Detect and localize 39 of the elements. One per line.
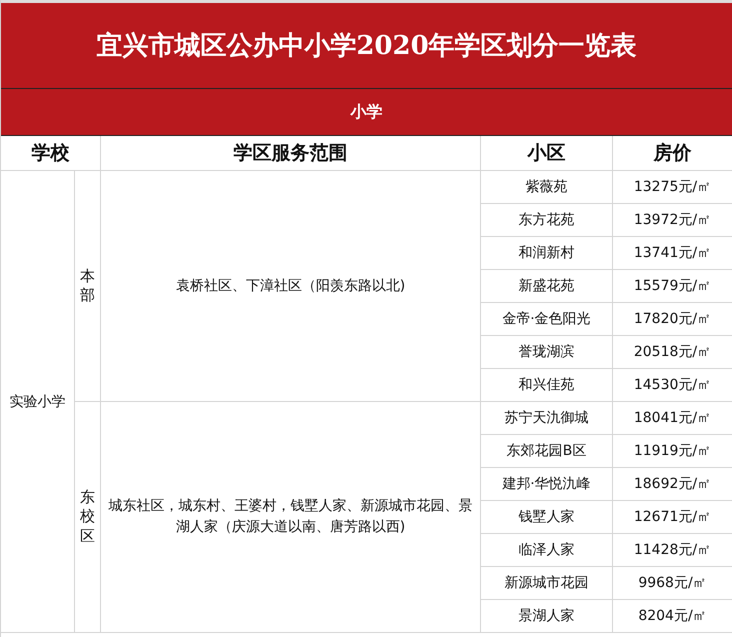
section-heading: 小学 <box>1 89 732 136</box>
table-cell: 17820元/㎡ <box>613 303 732 336</box>
table-cell: 18041元/㎡ <box>613 402 732 435</box>
table-cell: 新盛花苑 <box>481 270 613 303</box>
table-cell: 13741元/㎡ <box>613 237 732 270</box>
table-cell: 建邦·华悦氿峰 <box>481 468 613 501</box>
table-cell: 11919元/㎡ <box>613 435 732 468</box>
table-cell: 13972元/㎡ <box>613 204 732 237</box>
table-cell: 11428元/㎡ <box>613 534 732 567</box>
table-cell: 9968元/㎡ <box>613 567 732 600</box>
table-cell: 和兴佳苑 <box>481 369 613 402</box>
table-cell: 20518元/㎡ <box>613 336 732 369</box>
table-cell: 实验小学 <box>1 171 75 633</box>
table-cell: 东方花苑 <box>481 204 613 237</box>
table-cell: 金帝·金色阳光 <box>481 303 613 336</box>
table-cell: 临泽人家 <box>481 534 613 567</box>
table-cell: 新源城市花园 <box>481 567 613 600</box>
table-cell: 钱墅人家 <box>481 501 613 534</box>
table-cell: 14530元/㎡ <box>613 369 732 402</box>
column-header: 房价 <box>613 136 732 171</box>
table-title: 宜兴市城区公办中小学2020年学区划分一览表 <box>1 0 732 89</box>
table-cell: 15579元/㎡ <box>613 270 732 303</box>
table-cell: 12671元/㎡ <box>613 501 732 534</box>
table-cell: 13275元/㎡ <box>613 171 732 204</box>
table-cell: 8204元/㎡ <box>613 600 732 633</box>
table-cell: 苏宁天氿御城 <box>481 402 613 435</box>
table-cell: 本部 <box>80 266 95 306</box>
column-header: 小区 <box>481 136 613 171</box>
table-cell: 紫薇苑 <box>481 171 613 204</box>
column-header: 学校 <box>1 136 101 171</box>
table-cell: 袁桥社区、下漳社区（阳羡东路以北) <box>101 171 481 402</box>
table-cell: 景湖人家 <box>481 600 613 633</box>
table-cell: 城东社区，城东村、王婆村，钱墅人家、新源城市花园、景湖人家（庆源大道以南、唐芳路以西) <box>101 402 481 633</box>
table-cell: 东校区 <box>80 488 95 546</box>
table-cell: 18692元/㎡ <box>613 468 732 501</box>
column-header: 学区服务范围 <box>101 136 481 171</box>
table-cell: 和润新村 <box>481 237 613 270</box>
table-cell: 东郊花园B区 <box>481 435 613 468</box>
table-cell: 誉珑湖滨 <box>481 336 613 369</box>
